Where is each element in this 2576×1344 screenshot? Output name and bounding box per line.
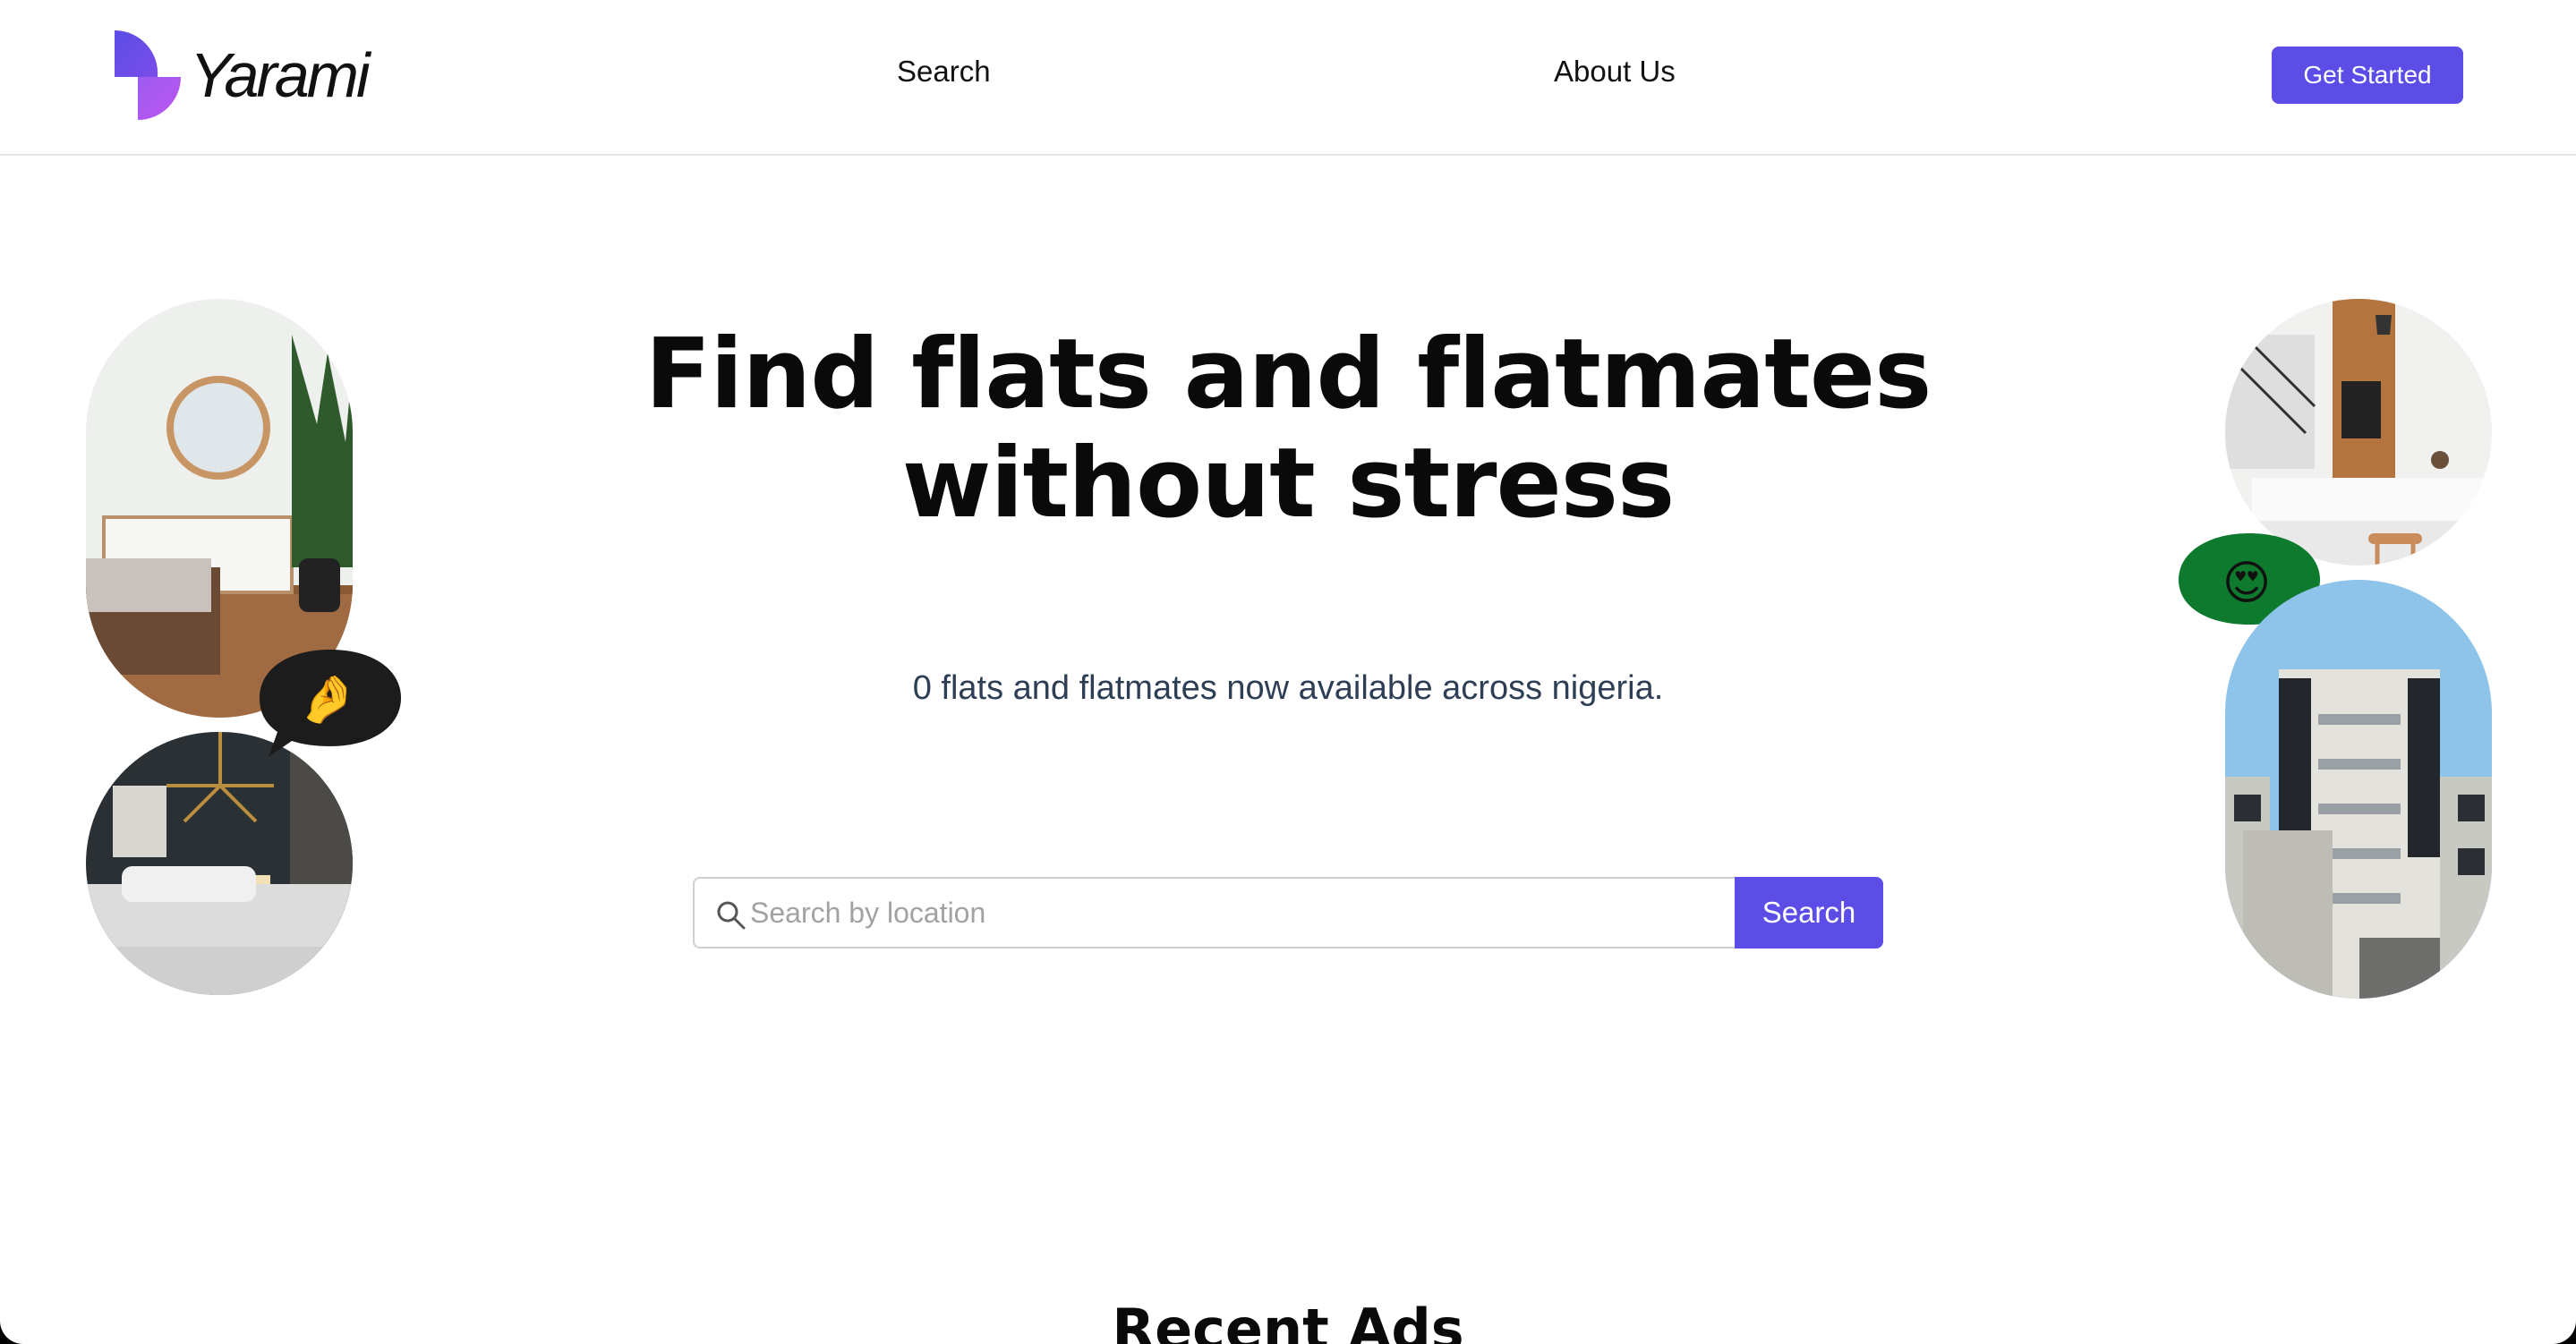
brand-name: Yarami [190,40,371,110]
hero-title: Find flats and flatmates without stress [644,319,1932,540]
nav-search-link[interactable]: Search [897,54,991,89]
nav-about-link[interactable]: About Us [1554,54,1676,89]
kitchen-photo [2225,299,2492,566]
hero-subtitle: 0 flats and flatmates now available acro… [912,669,1664,707]
get-started-button[interactable]: Get Started [2272,47,2463,104]
search-input[interactable] [750,879,1719,947]
dark-bedroom-photo [86,732,353,995]
page: Yarami Search About Us Get Started 🤌 Fin… [0,0,2576,1344]
logo-link[interactable]: Yarami [113,30,371,120]
logo-mark-icon [115,30,181,120]
search-button[interactable]: Search [1735,877,1883,948]
site-header: Yarami Search About Us Get Started [0,0,2576,156]
pinched-fingers-emoji: 🤌 [298,674,357,726]
heart-eyes-emoji: 😍 [2222,557,2272,609]
building-photo [2225,580,2492,999]
location-search-form: Search [693,877,1883,948]
search-icon [717,901,746,930]
search-field [693,877,1735,948]
recent-ads-title: Recent Ads [1112,1297,1464,1344]
